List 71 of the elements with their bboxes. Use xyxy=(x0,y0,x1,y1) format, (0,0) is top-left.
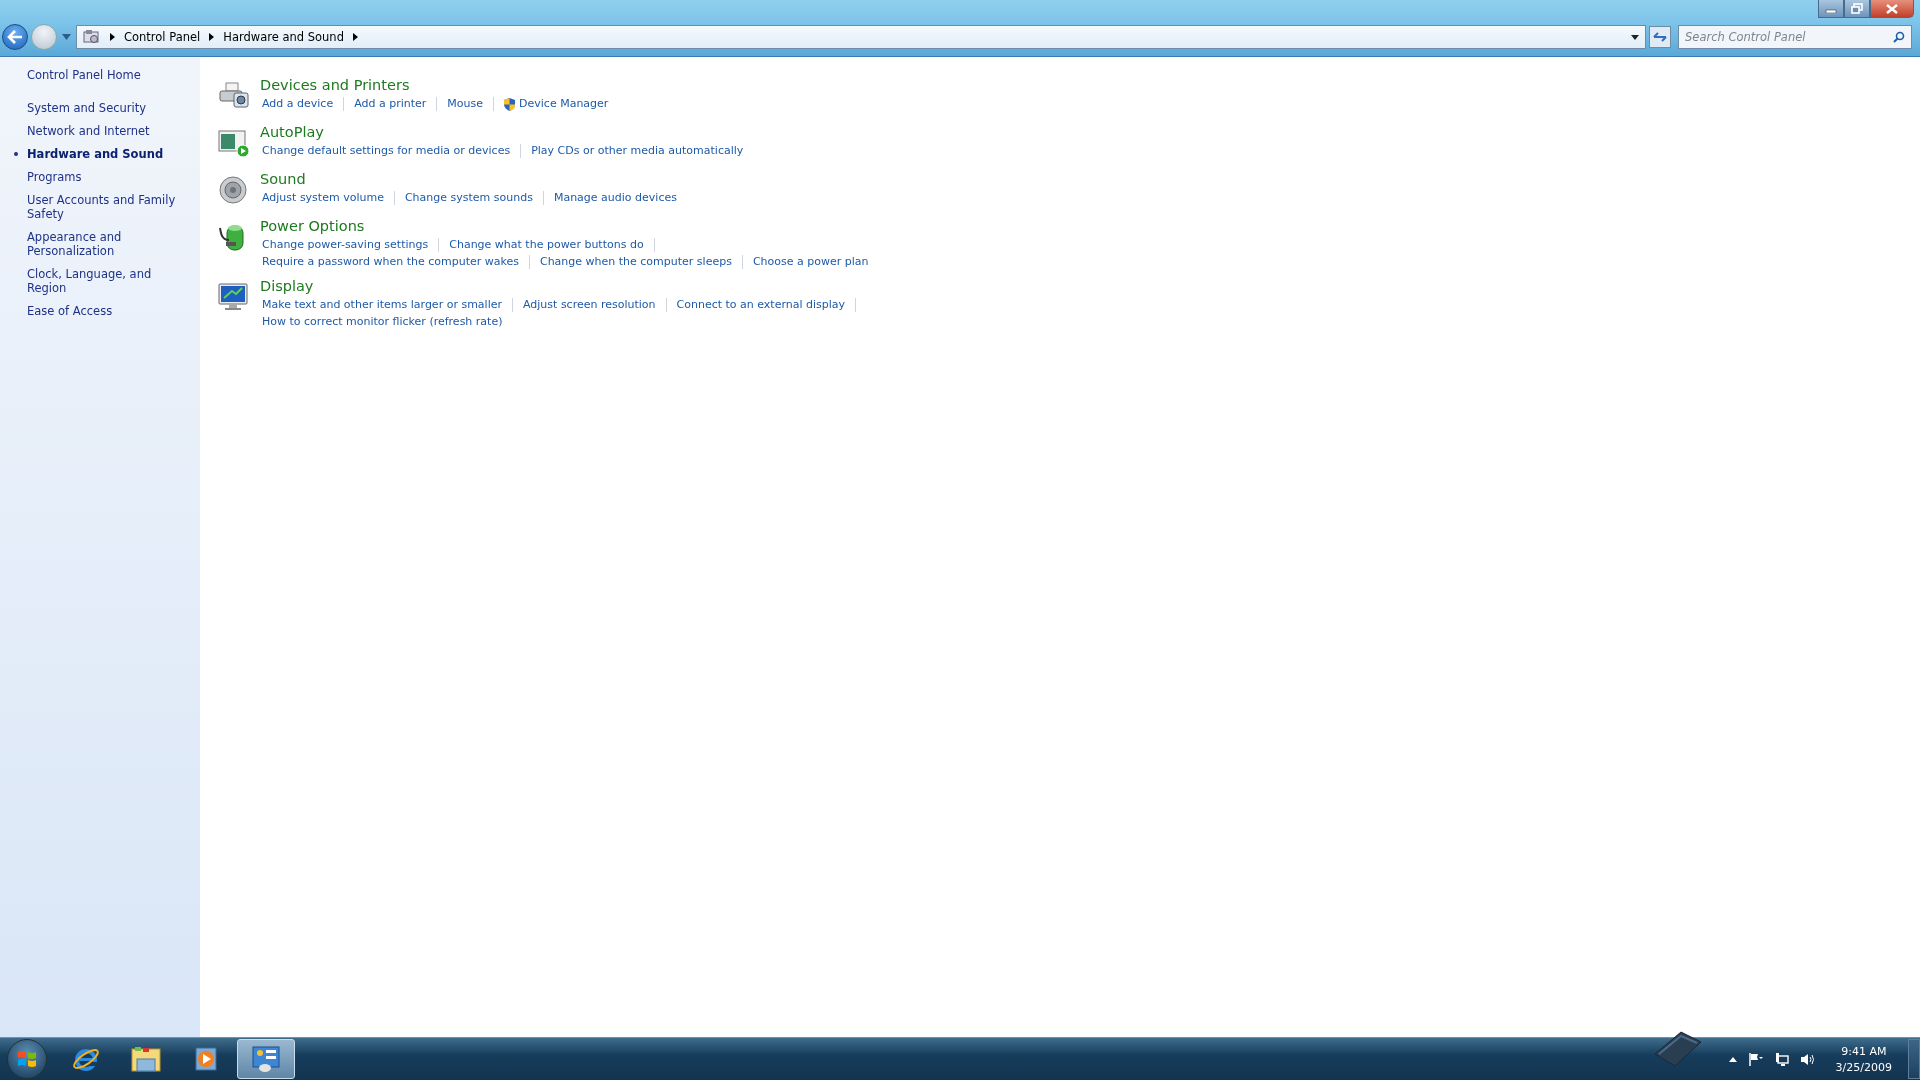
task-link[interactable]: Play CDs or other media automatically xyxy=(531,144,744,158)
control-panel-home-link[interactable]: Control Panel Home xyxy=(27,68,200,82)
sidebar-link[interactable]: Network and Internet xyxy=(27,124,177,138)
task-link[interactable]: Choose a power plan xyxy=(752,255,869,269)
refresh-button[interactable] xyxy=(1649,26,1671,48)
task-link[interactable]: Connect to an external display xyxy=(676,298,846,312)
taskbar-app-button[interactable] xyxy=(237,1039,295,1079)
back-button[interactable] xyxy=(2,24,28,50)
breadcrumb-arrow-icon[interactable] xyxy=(209,33,215,41)
refresh-arrows-icon xyxy=(1653,31,1667,43)
network-icon[interactable] xyxy=(1774,1052,1789,1066)
task-link[interactable]: Change when the computer sleeps xyxy=(539,255,732,269)
task-link[interactable]: Add a device xyxy=(262,97,334,111)
task-link[interactable]: Add a printer xyxy=(354,97,427,111)
task-link[interactable]: Change what the power buttons do xyxy=(449,238,644,252)
control-panel-icon xyxy=(251,1045,281,1073)
sidebar-link[interactable]: System and Security xyxy=(27,101,177,115)
task-link[interactable]: Manage audio devices xyxy=(553,191,677,205)
clock-time: 9:41 AM xyxy=(1841,1044,1887,1058)
category-title-link[interactable]: Sound xyxy=(260,171,306,188)
back-arrow-icon xyxy=(7,30,23,44)
breadcrumb-arrow-icon[interactable] xyxy=(352,33,358,41)
sidebar-link[interactable]: Hardware and Sound xyxy=(27,147,177,161)
monitor-icon xyxy=(218,282,250,312)
task-link[interactable]: Change system sounds xyxy=(404,191,533,205)
sidebar-link[interactable]: Clock, Language, and Region xyxy=(27,267,177,295)
clock-button[interactable]: 9:41 AM 3/25/2009 xyxy=(1835,1044,1892,1074)
sidebar-link[interactable]: User Accounts and Family Safety xyxy=(27,193,177,221)
speaker-volume-icon[interactable] xyxy=(1800,1052,1816,1066)
task-link[interactable]: Adjust screen resolution xyxy=(523,298,656,312)
clock-date: 3/25/2009 xyxy=(1835,1060,1892,1074)
flag-icon[interactable] xyxy=(1748,1052,1763,1066)
search-icon[interactable] xyxy=(1893,31,1905,43)
task-link[interactable]: Mouse xyxy=(447,97,484,111)
sidebar-link[interactable]: Programs xyxy=(27,170,177,184)
printer-camera-icon xyxy=(218,81,250,111)
sidebar-link[interactable]: Ease of Access xyxy=(27,304,177,318)
show-hidden-icons-icon[interactable] xyxy=(1728,1056,1737,1062)
dropdown-caret-icon[interactable] xyxy=(1631,34,1639,40)
category-title-link[interactable]: Devices and Printers xyxy=(260,77,410,94)
category-title-link[interactable]: Display xyxy=(260,278,314,295)
minimize-button[interactable] xyxy=(1818,0,1844,18)
recent-pages-caret-icon[interactable] xyxy=(62,34,71,40)
breadcrumb-link[interactable]: Hardware and Sound xyxy=(223,30,344,44)
sidebar-link[interactable]: Appearance and Personalization xyxy=(27,230,177,258)
address-bar[interactable]: Control Panel Hardware and Sound xyxy=(76,25,1646,49)
breadcrumb-arrow-icon[interactable] xyxy=(110,33,115,41)
restore-icon xyxy=(1851,3,1863,14)
close-icon xyxy=(1886,3,1898,14)
autoplay-window-icon xyxy=(218,128,250,158)
shield-icon xyxy=(504,97,516,111)
task-link[interactable]: Make text and other items larger or smaller xyxy=(262,298,502,312)
control-panel-icon xyxy=(83,29,101,45)
category-title-link[interactable]: AutoPlay xyxy=(260,124,324,141)
start-button[interactable] xyxy=(7,1039,47,1079)
folder-icon xyxy=(130,1045,162,1073)
close-button[interactable] xyxy=(1870,0,1914,18)
show-desktop-button[interactable] xyxy=(1908,1039,1920,1079)
search-field[interactable]: Search Control Panel xyxy=(1678,25,1912,49)
speaker-icon xyxy=(218,175,250,205)
task-link[interactable]: How to correct monitor flicker (refresh rate) xyxy=(262,315,503,329)
media-player-icon xyxy=(193,1046,219,1072)
task-link[interactable]: Change power-saving settings xyxy=(262,238,429,252)
task-link[interactable]: Require a password when the computer wakes xyxy=(262,255,519,269)
task-link[interactable]: Change default settings for media or devices xyxy=(262,144,511,158)
restore-button[interactable] xyxy=(1844,0,1870,18)
windows-logo-icon xyxy=(16,1048,38,1070)
task-link[interactable]: Adjust system volume xyxy=(262,191,384,205)
breadcrumb-link[interactable]: Control Panel xyxy=(124,30,201,44)
task-link[interactable]: Device Manager xyxy=(504,97,609,111)
category-title-link[interactable]: Power Options xyxy=(260,218,365,235)
